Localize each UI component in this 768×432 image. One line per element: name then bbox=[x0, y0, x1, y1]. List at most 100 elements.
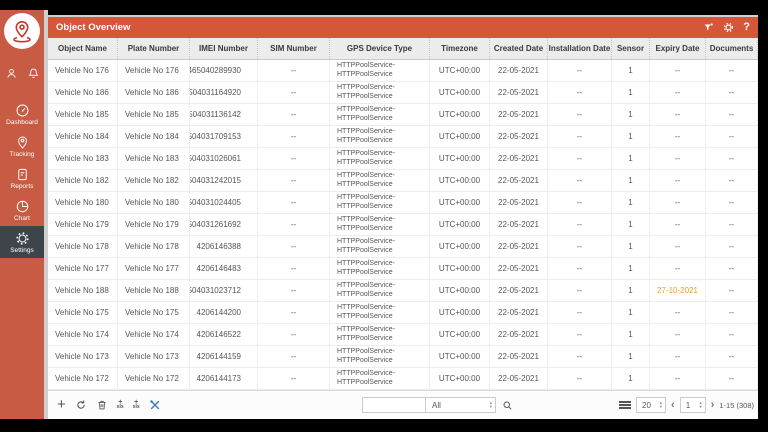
cell-imei-number: 64504031709153 bbox=[190, 126, 258, 147]
cell-sim-number: -- bbox=[258, 302, 330, 323]
refresh-icon[interactable] bbox=[75, 399, 87, 411]
table-row[interactable]: Vehicle No 182 Vehicle No 182 6450403124… bbox=[48, 170, 758, 192]
add-object-icon[interactable]: + bbox=[57, 399, 66, 411]
cell-timezone: UTC+00:00 bbox=[430, 302, 490, 323]
cell-created-date: 22-05-2021 bbox=[490, 324, 548, 345]
column-header-documents[interactable]: Documents bbox=[706, 38, 758, 59]
table-row[interactable]: Vehicle No 186 Vehicle No 186 6450403116… bbox=[48, 82, 758, 104]
notifications-bell-icon[interactable] bbox=[27, 67, 40, 85]
xls-upload-icon[interactable]: +xls bbox=[133, 401, 140, 409]
column-header-plate-number[interactable]: Plate Number bbox=[118, 38, 190, 59]
table-row[interactable]: Vehicle No 172 Vehicle No 172 4206144173… bbox=[48, 368, 758, 390]
delete-trash-icon[interactable] bbox=[96, 399, 108, 411]
cell-installation-date: -- bbox=[548, 280, 612, 301]
cell-created-date: 22-05-2021 bbox=[490, 280, 548, 301]
xls-download-icon[interactable]: +xls bbox=[117, 401, 124, 409]
table-header: Object Name Plate Number IMEI Number SIM… bbox=[48, 38, 758, 60]
table-row[interactable]: Vehicle No 178 Vehicle No 178 4206146388… bbox=[48, 236, 758, 258]
table-row[interactable]: Vehicle No 184 Vehicle No 184 6450403170… bbox=[48, 126, 758, 148]
sidebar-item-dashboard[interactable]: Dashboard bbox=[0, 98, 44, 130]
column-header-object-name[interactable]: Object Name bbox=[48, 38, 118, 59]
cell-plate-number: Vehicle No 184 bbox=[118, 126, 190, 147]
cell-object-name: Vehicle No 179 bbox=[48, 214, 118, 235]
page-number-input[interactable]: 1 ▴▾ bbox=[680, 397, 706, 413]
search-icon[interactable] bbox=[502, 400, 513, 411]
cell-sim-number: -- bbox=[258, 280, 330, 301]
search-field-select[interactable]: All ▴▾ bbox=[426, 397, 496, 413]
sidebar-item-reports[interactable]: Reports bbox=[0, 162, 44, 194]
column-header-timezone[interactable]: Timezone bbox=[430, 38, 490, 59]
cell-created-date: 22-05-2021 bbox=[490, 126, 548, 147]
sidebar-item-settings[interactable]: Settings bbox=[0, 226, 44, 258]
cell-created-date: 22-05-2021 bbox=[490, 148, 548, 169]
cell-imei-number: 64504031023712 bbox=[190, 280, 258, 301]
cell-sensor: 1 bbox=[612, 104, 650, 125]
tracking-pin-icon bbox=[15, 135, 30, 150]
cell-created-date: 22-05-2021 bbox=[490, 236, 548, 257]
table-row[interactable]: Vehicle No 188 Vehicle No 188 6450403102… bbox=[48, 280, 758, 302]
search-input[interactable] bbox=[362, 397, 426, 413]
table-row[interactable]: Vehicle No 183 Vehicle No 183 6450403102… bbox=[48, 148, 758, 170]
cell-object-name: Vehicle No 184 bbox=[48, 126, 118, 147]
main-panel: Object Overview ? Object Name Plate bbox=[48, 15, 758, 419]
next-page-icon[interactable]: › bbox=[711, 400, 715, 411]
rows-per-page-icon[interactable] bbox=[619, 401, 631, 409]
table-row[interactable]: Vehicle No 185 Vehicle No 185 6450403113… bbox=[48, 104, 758, 126]
filter-icon[interactable] bbox=[703, 22, 714, 33]
cell-sim-number: -- bbox=[258, 214, 330, 235]
column-header-sensor[interactable]: Sensor bbox=[612, 38, 650, 59]
cell-documents: -- bbox=[706, 170, 758, 191]
column-header-expiry-date[interactable]: Expiry Date bbox=[650, 38, 706, 59]
cell-timezone: UTC+00:00 bbox=[430, 236, 490, 257]
sidebar-item-chart[interactable]: Chart bbox=[0, 194, 44, 226]
cell-object-name: Vehicle No 185 bbox=[48, 104, 118, 125]
tools-wrench-icon[interactable] bbox=[149, 399, 161, 411]
gear-icon[interactable] bbox=[723, 22, 734, 33]
search-area: All ▴▾ bbox=[362, 397, 513, 413]
cell-plate-number: Vehicle No 173 bbox=[118, 346, 190, 367]
cell-sim-number: -- bbox=[258, 126, 330, 147]
page-title: Object Overview bbox=[56, 22, 130, 33]
cell-documents: -- bbox=[706, 192, 758, 213]
column-header-sim-number[interactable]: SIM Number bbox=[258, 38, 330, 59]
app-logo bbox=[4, 13, 40, 49]
sidebar-item-tracking[interactable]: Tracking bbox=[0, 130, 44, 162]
table-row[interactable]: Vehicle No 179 Vehicle No 179 6450403126… bbox=[48, 214, 758, 236]
cell-created-date: 22-05-2021 bbox=[490, 258, 548, 279]
table-row[interactable]: Vehicle No 173 Vehicle No 173 4206144159… bbox=[48, 346, 758, 368]
cell-sensor: 1 bbox=[612, 170, 650, 191]
table-row[interactable]: Vehicle No 176 Vehicle No 176 8604650402… bbox=[48, 60, 758, 82]
cell-sensor: 1 bbox=[612, 236, 650, 257]
cell-imei-number: 64504031024405 bbox=[190, 192, 258, 213]
cell-sensor: 1 bbox=[612, 302, 650, 323]
table-row[interactable]: Vehicle No 180 Vehicle No 180 6450403102… bbox=[48, 192, 758, 214]
cell-documents: -- bbox=[706, 214, 758, 235]
search-field-selected: All bbox=[432, 401, 441, 410]
column-header-gps-device-type[interactable]: GPS Device Type bbox=[330, 38, 430, 59]
cell-expiry-date: -- bbox=[650, 258, 706, 279]
cell-created-date: 22-05-2021 bbox=[490, 170, 548, 191]
cell-imei-number: 4206144200 bbox=[190, 302, 258, 323]
cell-object-name: Vehicle No 180 bbox=[48, 192, 118, 213]
table-row[interactable]: Vehicle No 174 Vehicle No 174 4206146522… bbox=[48, 324, 758, 346]
table-row[interactable]: Vehicle No 177 Vehicle No 177 4206146483… bbox=[48, 258, 758, 280]
cell-expiry-date: -- bbox=[650, 236, 706, 257]
table-row[interactable]: Vehicle No 175 Vehicle No 175 4206144200… bbox=[48, 302, 758, 324]
column-header-installation-date[interactable]: Installation Date bbox=[548, 38, 612, 59]
help-icon[interactable]: ? bbox=[743, 22, 750, 33]
sidebar-item-label: Dashboard bbox=[0, 119, 44, 126]
sidebar: Dashboard Tracking Reports Chart bbox=[0, 10, 44, 419]
cell-timezone: UTC+00:00 bbox=[430, 148, 490, 169]
cell-plate-number: Vehicle No 172 bbox=[118, 368, 190, 389]
cell-imei-number: 4206144173 bbox=[190, 368, 258, 389]
cell-sensor: 1 bbox=[612, 258, 650, 279]
prev-page-icon[interactable]: ‹ bbox=[671, 400, 675, 411]
column-header-created-date[interactable]: Created Date bbox=[490, 38, 548, 59]
cell-installation-date: -- bbox=[548, 236, 612, 257]
column-header-imei-number[interactable]: IMEI Number bbox=[190, 38, 258, 59]
cell-imei-number: 4206146388 bbox=[190, 236, 258, 257]
cell-installation-date: -- bbox=[548, 346, 612, 367]
cell-plate-number: Vehicle No 186 bbox=[118, 82, 190, 103]
user-icon[interactable] bbox=[5, 67, 18, 85]
page-size-select[interactable]: 20 ▴▾ bbox=[636, 397, 666, 413]
